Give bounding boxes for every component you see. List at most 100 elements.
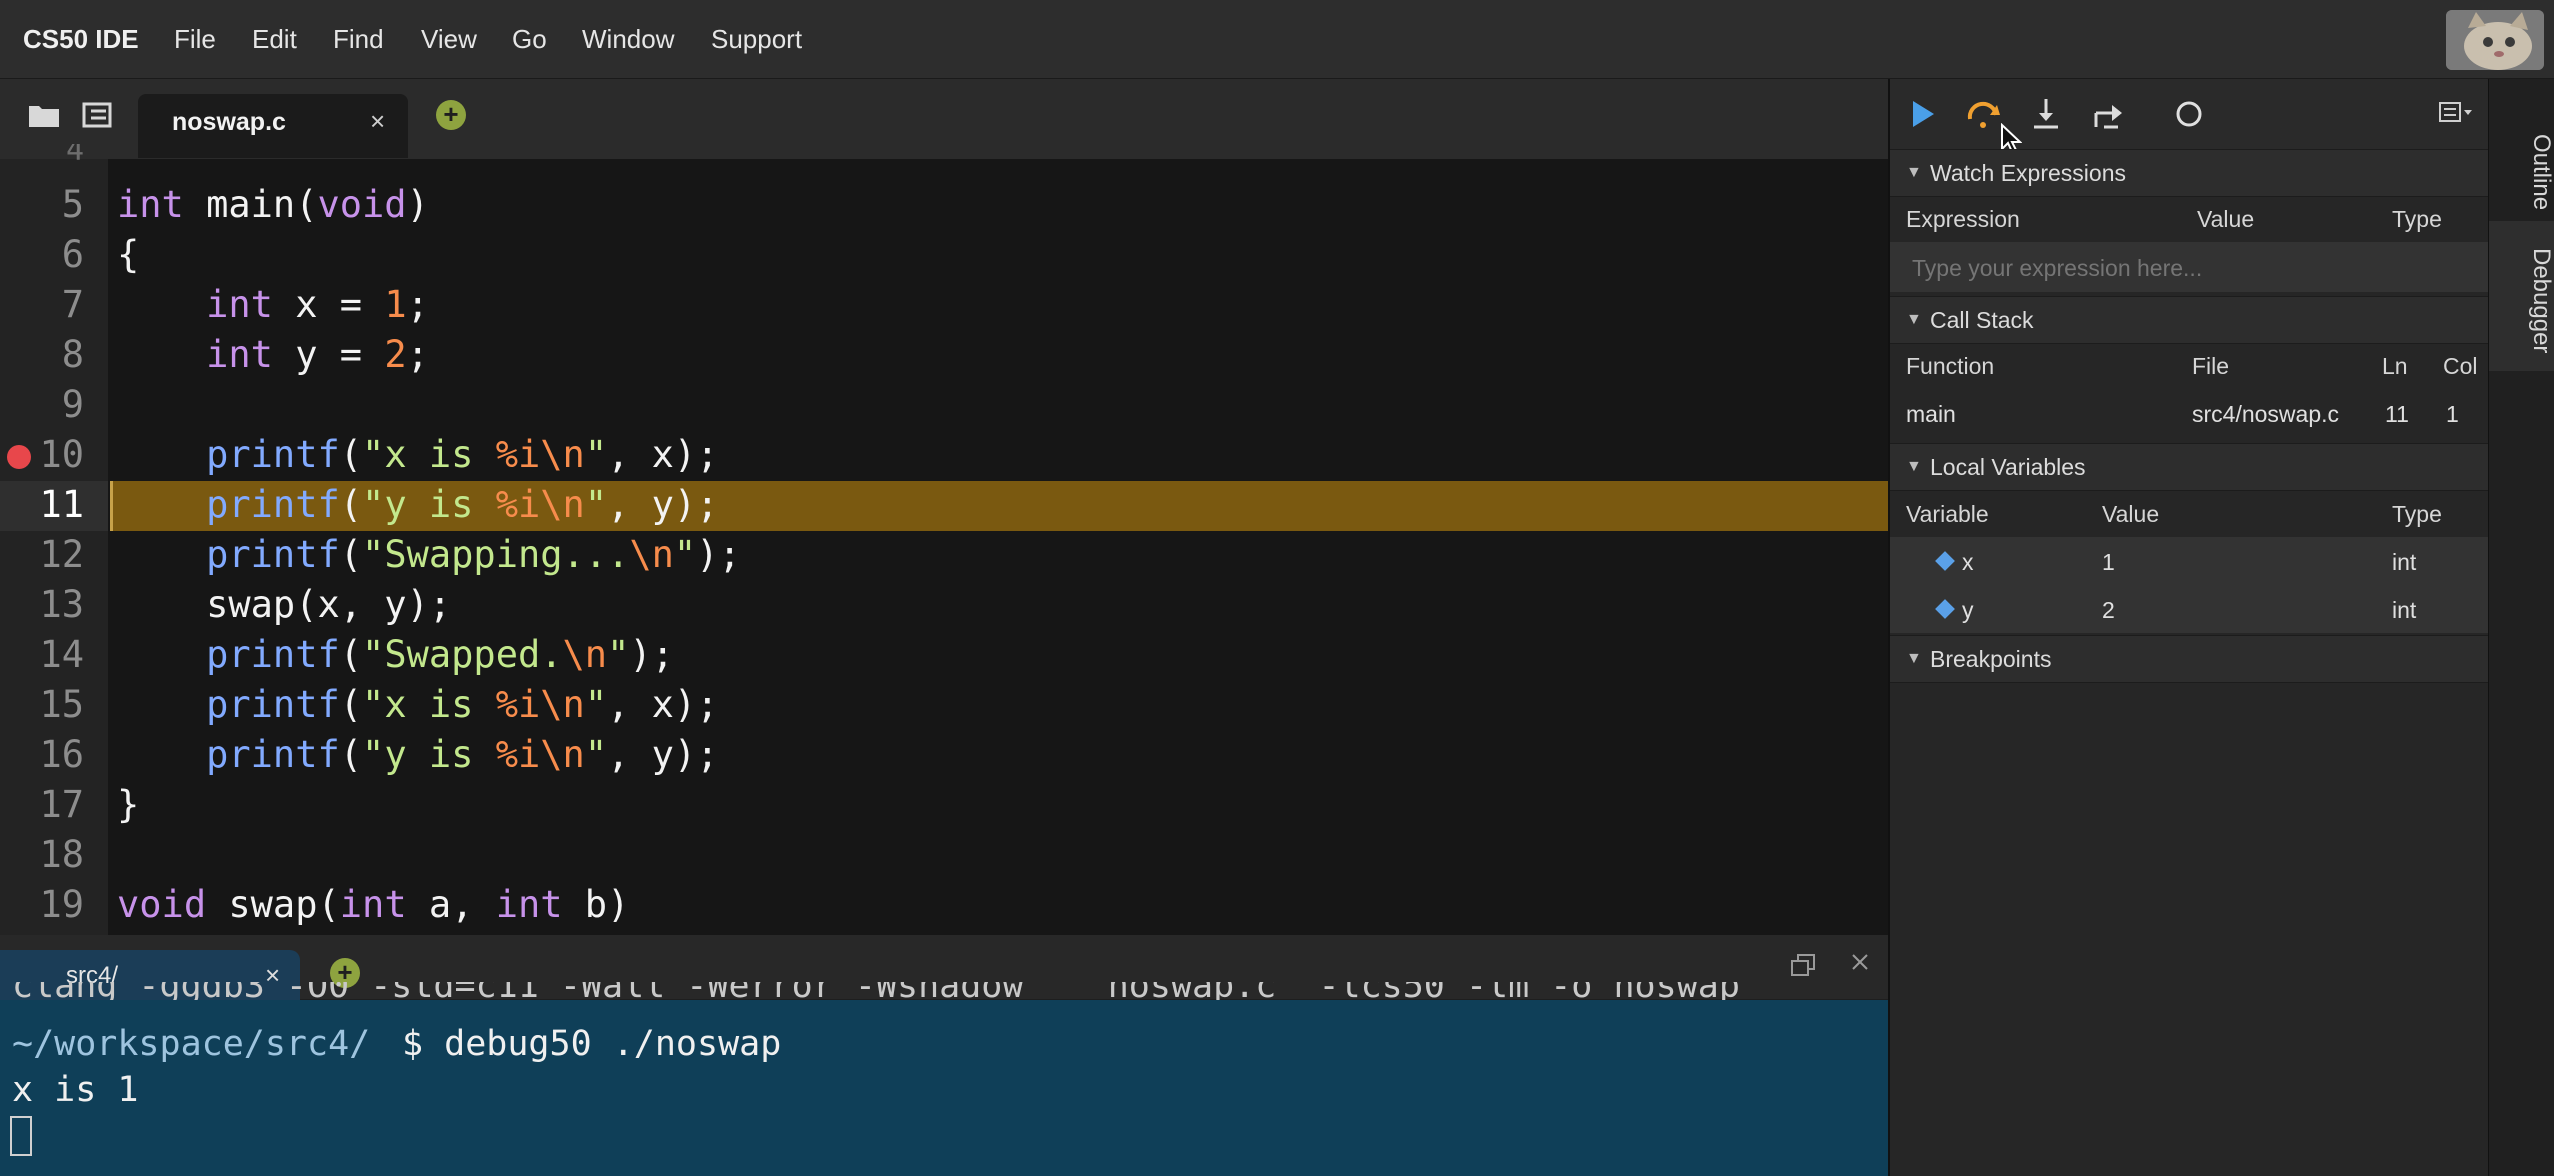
line-number-partial: 4: [0, 144, 84, 160]
code-line: }: [117, 783, 140, 826]
col-function: Function: [1906, 353, 1995, 379]
line-number[interactable]: 9: [0, 383, 84, 426]
section-title: Breakpoints: [1930, 646, 2052, 672]
user-avatar[interactable]: [2446, 10, 2544, 70]
terminal-prompt: ~/workspace/src4/: [12, 1024, 371, 1064]
line-number[interactable]: 12: [0, 533, 84, 576]
line-number[interactable]: 10: [0, 433, 84, 476]
terminal-cut-line: clang -ggdb3 -O0 -std=c11 -Wall -Werror …: [12, 982, 1740, 1000]
terminal-cursor: [10, 1116, 32, 1156]
line-number[interactable]: 16: [0, 733, 84, 776]
menu-bar: CS50 IDE File Edit Find View Go Window S…: [0, 0, 2554, 79]
line-number[interactable]: 19: [0, 883, 84, 926]
terminal-command: $ debug50 ./noswap: [402, 1024, 782, 1064]
variable-icon: [1935, 599, 1955, 619]
code-line: int x = 1;: [206, 283, 429, 326]
add-tab-button[interactable]: +: [436, 100, 466, 130]
local-variable-row[interactable]: y 2 int: [1890, 585, 2490, 633]
frame-file: src4/noswap.c: [2192, 401, 2340, 427]
line-number[interactable]: 18: [0, 833, 84, 876]
watch-input-row: [1890, 242, 2490, 292]
menu-go[interactable]: Go: [512, 24, 547, 55]
local-variable-row[interactable]: x 1 int: [1890, 537, 2490, 585]
collapse-triangle-icon: ▼: [1906, 650, 1922, 667]
tab-label: noswap.c: [172, 108, 286, 136]
section-watch-expressions[interactable]: ▼ Watch Expressions: [1890, 149, 2490, 197]
panel-menu-icon[interactable]: [2438, 101, 2474, 130]
line-number-current[interactable]: 11: [0, 483, 84, 526]
code-line: void swap(int a, int b): [117, 883, 630, 926]
line-number[interactable]: 14: [0, 633, 84, 676]
tab-noswap-c[interactable]: noswap.c ×: [138, 94, 408, 158]
col-expression: Expression: [1906, 206, 2020, 232]
line-number[interactable]: 17: [0, 783, 84, 826]
code-line: printf("Swapping...\n");: [206, 533, 741, 576]
code-line: printf("x is %i\n", x);: [206, 683, 719, 726]
tab-debugger[interactable]: Debugger: [2489, 221, 2554, 371]
line-number[interactable]: 5: [0, 183, 84, 226]
line-number[interactable]: 15: [0, 683, 84, 726]
code-line-current: printf("y is %i\n", y);: [206, 483, 719, 526]
variable-value: 2: [2102, 597, 2115, 623]
col-type: Type: [2392, 206, 2442, 232]
variable-type: int: [2392, 549, 2417, 575]
col-value: Value: [2197, 206, 2255, 232]
section-title: Local Variables: [1930, 454, 2086, 480]
line-number[interactable]: 8: [0, 333, 84, 376]
close-panel-icon[interactable]: [1850, 952, 1870, 977]
close-icon[interactable]: ×: [370, 106, 385, 137]
section-title: Watch Expressions: [1930, 160, 2126, 186]
section-breakpoints[interactable]: ▼ Breakpoints: [1890, 635, 2490, 683]
code-line: swap(x, y);: [117, 583, 452, 626]
code-line: printf("x is %i\n", x);: [206, 433, 719, 476]
frame-function: main: [1906, 401, 1956, 427]
step-into-icon[interactable]: [2030, 97, 2062, 136]
variable-type: int: [2392, 597, 2417, 623]
code-line: printf("Swapped.\n");: [206, 633, 674, 676]
col-type: Type: [2392, 501, 2442, 527]
step-over-icon[interactable]: [1964, 95, 2002, 136]
menu-view[interactable]: View: [421, 24, 477, 55]
debugger-toolbar: [1890, 79, 2490, 156]
code-line: int main(void): [117, 183, 429, 226]
variable-name: x: [1962, 549, 1974, 575]
resume-icon[interactable]: [1910, 99, 1936, 134]
debugger-panel: ▼ Watch Expressions Expression Value Typ…: [1888, 79, 2490, 1176]
frame-ln: 11: [2385, 401, 2409, 427]
section-title: Call Stack: [1930, 307, 2034, 333]
collapse-triangle-icon: ▼: [1906, 311, 1922, 328]
menu-find[interactable]: Find: [333, 24, 384, 55]
outline-list-icon[interactable]: [82, 102, 112, 133]
terminal-output: x is 1: [12, 1070, 139, 1110]
section-local-variables[interactable]: ▼ Local Variables: [1890, 443, 2490, 491]
watch-expression-input[interactable]: [1910, 250, 2474, 286]
section-call-stack[interactable]: ▼ Call Stack: [1890, 296, 2490, 344]
menu-window[interactable]: Window: [582, 24, 674, 55]
step-out-icon[interactable]: [2090, 97, 2124, 136]
col-variable: Variable: [1906, 501, 1989, 527]
menu-file[interactable]: File: [174, 24, 216, 55]
variable-name: y: [1962, 597, 1974, 623]
code-line: {: [117, 233, 140, 276]
menu-edit[interactable]: Edit: [252, 24, 297, 55]
variable-value: 1: [2102, 549, 2115, 575]
line-number[interactable]: 6: [0, 233, 84, 276]
col-col: Col: [2443, 353, 2478, 379]
deactivate-breakpoints-icon[interactable]: [2174, 99, 2204, 134]
variable-icon: [1935, 551, 1955, 571]
side-tab-strip: Outline Debugger: [2488, 79, 2554, 1176]
menu-support[interactable]: Support: [711, 24, 802, 55]
code-line: int y = 2;: [206, 333, 429, 376]
frame-col: 1: [2446, 401, 2459, 427]
app-brand[interactable]: CS50 IDE: [23, 24, 139, 55]
line-number[interactable]: 13: [0, 583, 84, 626]
col-file: File: [2192, 353, 2230, 379]
col-ln: Ln: [2382, 353, 2408, 379]
col-value: Value: [2102, 501, 2160, 527]
call-stack-row[interactable]: main src4/noswap.c 11 1: [1890, 390, 2490, 438]
restore-window-icon[interactable]: [1790, 953, 1816, 982]
code-line: printf("y is %i\n", y);: [206, 733, 719, 776]
folder-icon[interactable]: [28, 102, 60, 133]
collapse-triangle-icon: ▼: [1906, 458, 1922, 475]
line-number[interactable]: 7: [0, 283, 84, 326]
